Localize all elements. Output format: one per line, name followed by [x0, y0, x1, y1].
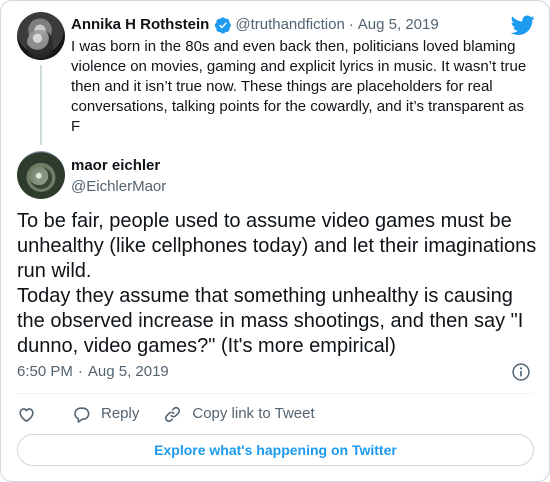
divider: [17, 393, 533, 394]
author-avatar[interactable]: [17, 151, 65, 199]
parent-author-avatar[interactable]: [17, 12, 65, 60]
tweet-date[interactable]: Aug 5, 2019: [88, 362, 169, 382]
tweet-text: To be fair, people used to assume video …: [17, 209, 537, 359]
link-icon: [165, 406, 181, 422]
author-name[interactable]: maor eichler: [71, 156, 166, 176]
timestamp-separator: ·: [77, 363, 83, 380]
tweet-embed-card: Annika H Rothstein @truthandfiction · Au…: [0, 0, 550, 482]
author-handle[interactable]: @EichlerMaor: [71, 177, 166, 197]
tweet-timestamp[interactable]: 6:50 PM · Aug 5, 2019: [17, 362, 169, 382]
tweet-paragraph: To be fair, people used to assume video …: [17, 210, 537, 282]
heart-icon: [19, 407, 34, 422]
copy-link-label[interactable]: Copy link to Tweet: [192, 404, 314, 424]
tweet-paragraph: Today they assume that something unhealt…: [17, 285, 524, 357]
tweet-actions: Reply Copy link to Tweet: [17, 404, 315, 424]
copy-link-button[interactable]: Copy link to Tweet: [163, 404, 315, 424]
parent-tweet-date[interactable]: Aug 5, 2019: [358, 15, 439, 35]
verified-badge-icon: [215, 17, 232, 34]
parent-author-name[interactable]: Annika H Rothstein: [71, 15, 209, 35]
explore-twitter-button[interactable]: Explore what's happening on Twitter: [17, 434, 534, 466]
like-button[interactable]: [17, 405, 36, 424]
reply-bubble-icon: [74, 406, 90, 423]
author-block: maor eichler @EichlerMaor: [71, 156, 166, 197]
info-icon[interactable]: [511, 362, 531, 382]
parent-author-handle[interactable]: @truthandfiction: [235, 15, 344, 35]
parent-tweet-header: Annika H Rothstein @truthandfiction · Au…: [71, 15, 531, 35]
reply-label[interactable]: Reply: [101, 404, 139, 424]
thread-connector-line: [40, 65, 42, 145]
parent-tweet-text: I was born in the 80s and even back then…: [71, 38, 527, 135]
parent-tweet: Annika H Rothstein @truthandfiction · Au…: [71, 15, 531, 137]
header-separator: ·: [348, 16, 354, 33]
tweet-time[interactable]: 6:50 PM: [17, 362, 73, 382]
reply-button[interactable]: Reply: [72, 404, 139, 424]
